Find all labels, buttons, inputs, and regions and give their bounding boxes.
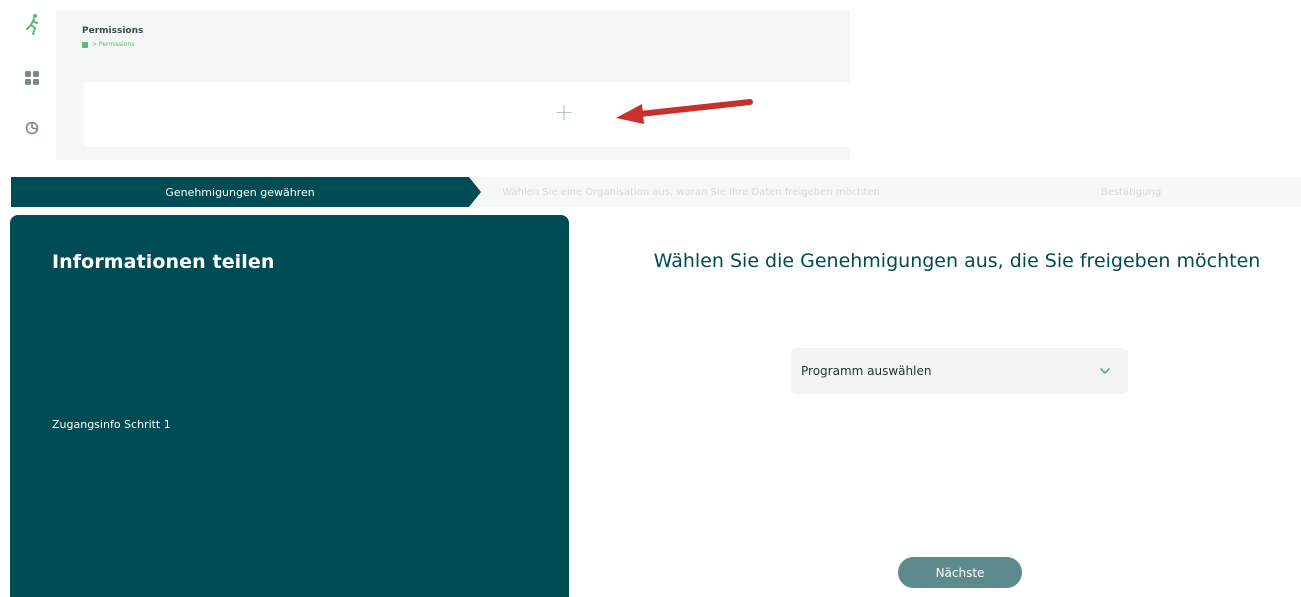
- add-plus-icon[interactable]: +: [554, 98, 574, 126]
- running-figure-icon[interactable]: [22, 14, 42, 35]
- step-grant-permissions[interactable]: Genehmigungen gewähren: [11, 177, 469, 207]
- mini-sidebar: [0, 0, 56, 160]
- app-preview-panel: Permissions > Permissions +: [56, 10, 854, 160]
- grid-icon[interactable]: [22, 68, 42, 88]
- info-panel-title: Informationen teilen: [52, 251, 275, 273]
- breadcrumb: > Permissions: [82, 41, 134, 48]
- home-icon[interactable]: [82, 41, 88, 48]
- info-panel: Informationen teilen Zugangsinfo Schritt…: [10, 215, 569, 597]
- page-heading: Wählen Sie die Genehmigungen aus, die Si…: [653, 250, 1261, 272]
- breadcrumb-label[interactable]: > Permissions: [92, 41, 134, 48]
- chevron-down-icon[interactable]: [1098, 364, 1112, 378]
- next-button[interactable]: Nächste: [898, 557, 1022, 588]
- pie-chart-icon[interactable]: [22, 118, 42, 138]
- program-select[interactable]: Programm auswählen: [791, 348, 1128, 394]
- preview-page-title: Permissions: [82, 26, 144, 36]
- step-choose-organisation[interactable]: Wählen Sie eine Organisation aus, woran …: [479, 177, 903, 207]
- info-step-text: Zugangsinfo Schritt 1: [52, 418, 171, 431]
- stepper: Genehmigungen gewähren Wählen Sie eine O…: [11, 177, 1301, 207]
- program-select-value[interactable]: Programm auswählen: [801, 364, 1098, 378]
- step-confirmation[interactable]: Bestätigung: [1031, 177, 1231, 207]
- red-arrow: [616, 99, 753, 124]
